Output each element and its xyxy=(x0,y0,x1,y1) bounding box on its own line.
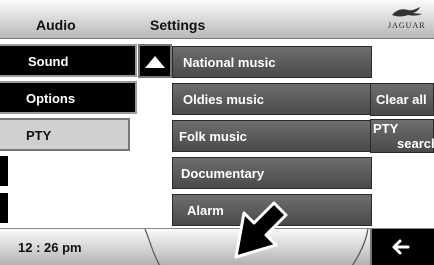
jaguar-leaper-icon xyxy=(392,7,422,17)
top-bar: Audio Settings JAGUAR xyxy=(0,0,434,39)
pointer-arrow-icon xyxy=(234,201,288,259)
list-item-documentary[interactable]: Documentary xyxy=(172,157,372,189)
pty-search-button[interactable]: PTY search xyxy=(370,119,434,153)
back-button[interactable] xyxy=(370,229,434,265)
menu-sound[interactable]: Sound xyxy=(0,44,137,77)
list-item-label: National music xyxy=(183,55,276,70)
bottom-bar: 12 : 26 pm xyxy=(0,228,434,265)
left-empty-slot xyxy=(0,156,8,186)
menu-options-label: Options xyxy=(26,91,76,106)
left-empty-slot xyxy=(0,193,8,223)
list-item-oldies-music[interactable]: Oldies music xyxy=(172,83,372,115)
menu-pty-label: PTY xyxy=(26,128,52,143)
audio-tab[interactable]: Audio xyxy=(0,0,135,38)
list-item-label: Folk music xyxy=(179,129,247,144)
menu-options[interactable]: Options xyxy=(0,81,137,114)
pty-search-label-line2: search xyxy=(397,136,434,151)
bottom-curve-decoration xyxy=(144,229,369,265)
menu-sound-label: Sound xyxy=(28,54,69,69)
scroll-up-button[interactable] xyxy=(138,44,172,78)
list-item-folk-music[interactable]: Folk music xyxy=(172,120,372,152)
clear-all-button[interactable]: Clear all xyxy=(370,83,434,116)
infotainment-screen: Audio Settings JAGUAR Sound Options PTY … xyxy=(0,0,434,265)
list-item-label: Alarm xyxy=(187,203,224,218)
list-item-national-music[interactable]: National music xyxy=(172,46,372,78)
menu-pty[interactable]: PTY xyxy=(0,118,130,151)
left-arrow-icon xyxy=(392,239,410,255)
clear-all-label: Clear all xyxy=(376,92,427,107)
pty-search-label-line1: PTY xyxy=(373,121,399,136)
list-item-label: Documentary xyxy=(181,166,265,181)
settings-tab[interactable]: Settings xyxy=(135,0,335,38)
audio-tab-label: Audio xyxy=(36,17,76,33)
settings-tab-label: Settings xyxy=(150,17,206,33)
list-item-label: Oldies music xyxy=(183,92,264,107)
right-empty-slot xyxy=(376,44,434,80)
jaguar-wordmark: JAGUAR xyxy=(388,21,426,30)
up-triangle-icon xyxy=(145,56,165,68)
jaguar-logo: JAGUAR xyxy=(386,4,432,34)
